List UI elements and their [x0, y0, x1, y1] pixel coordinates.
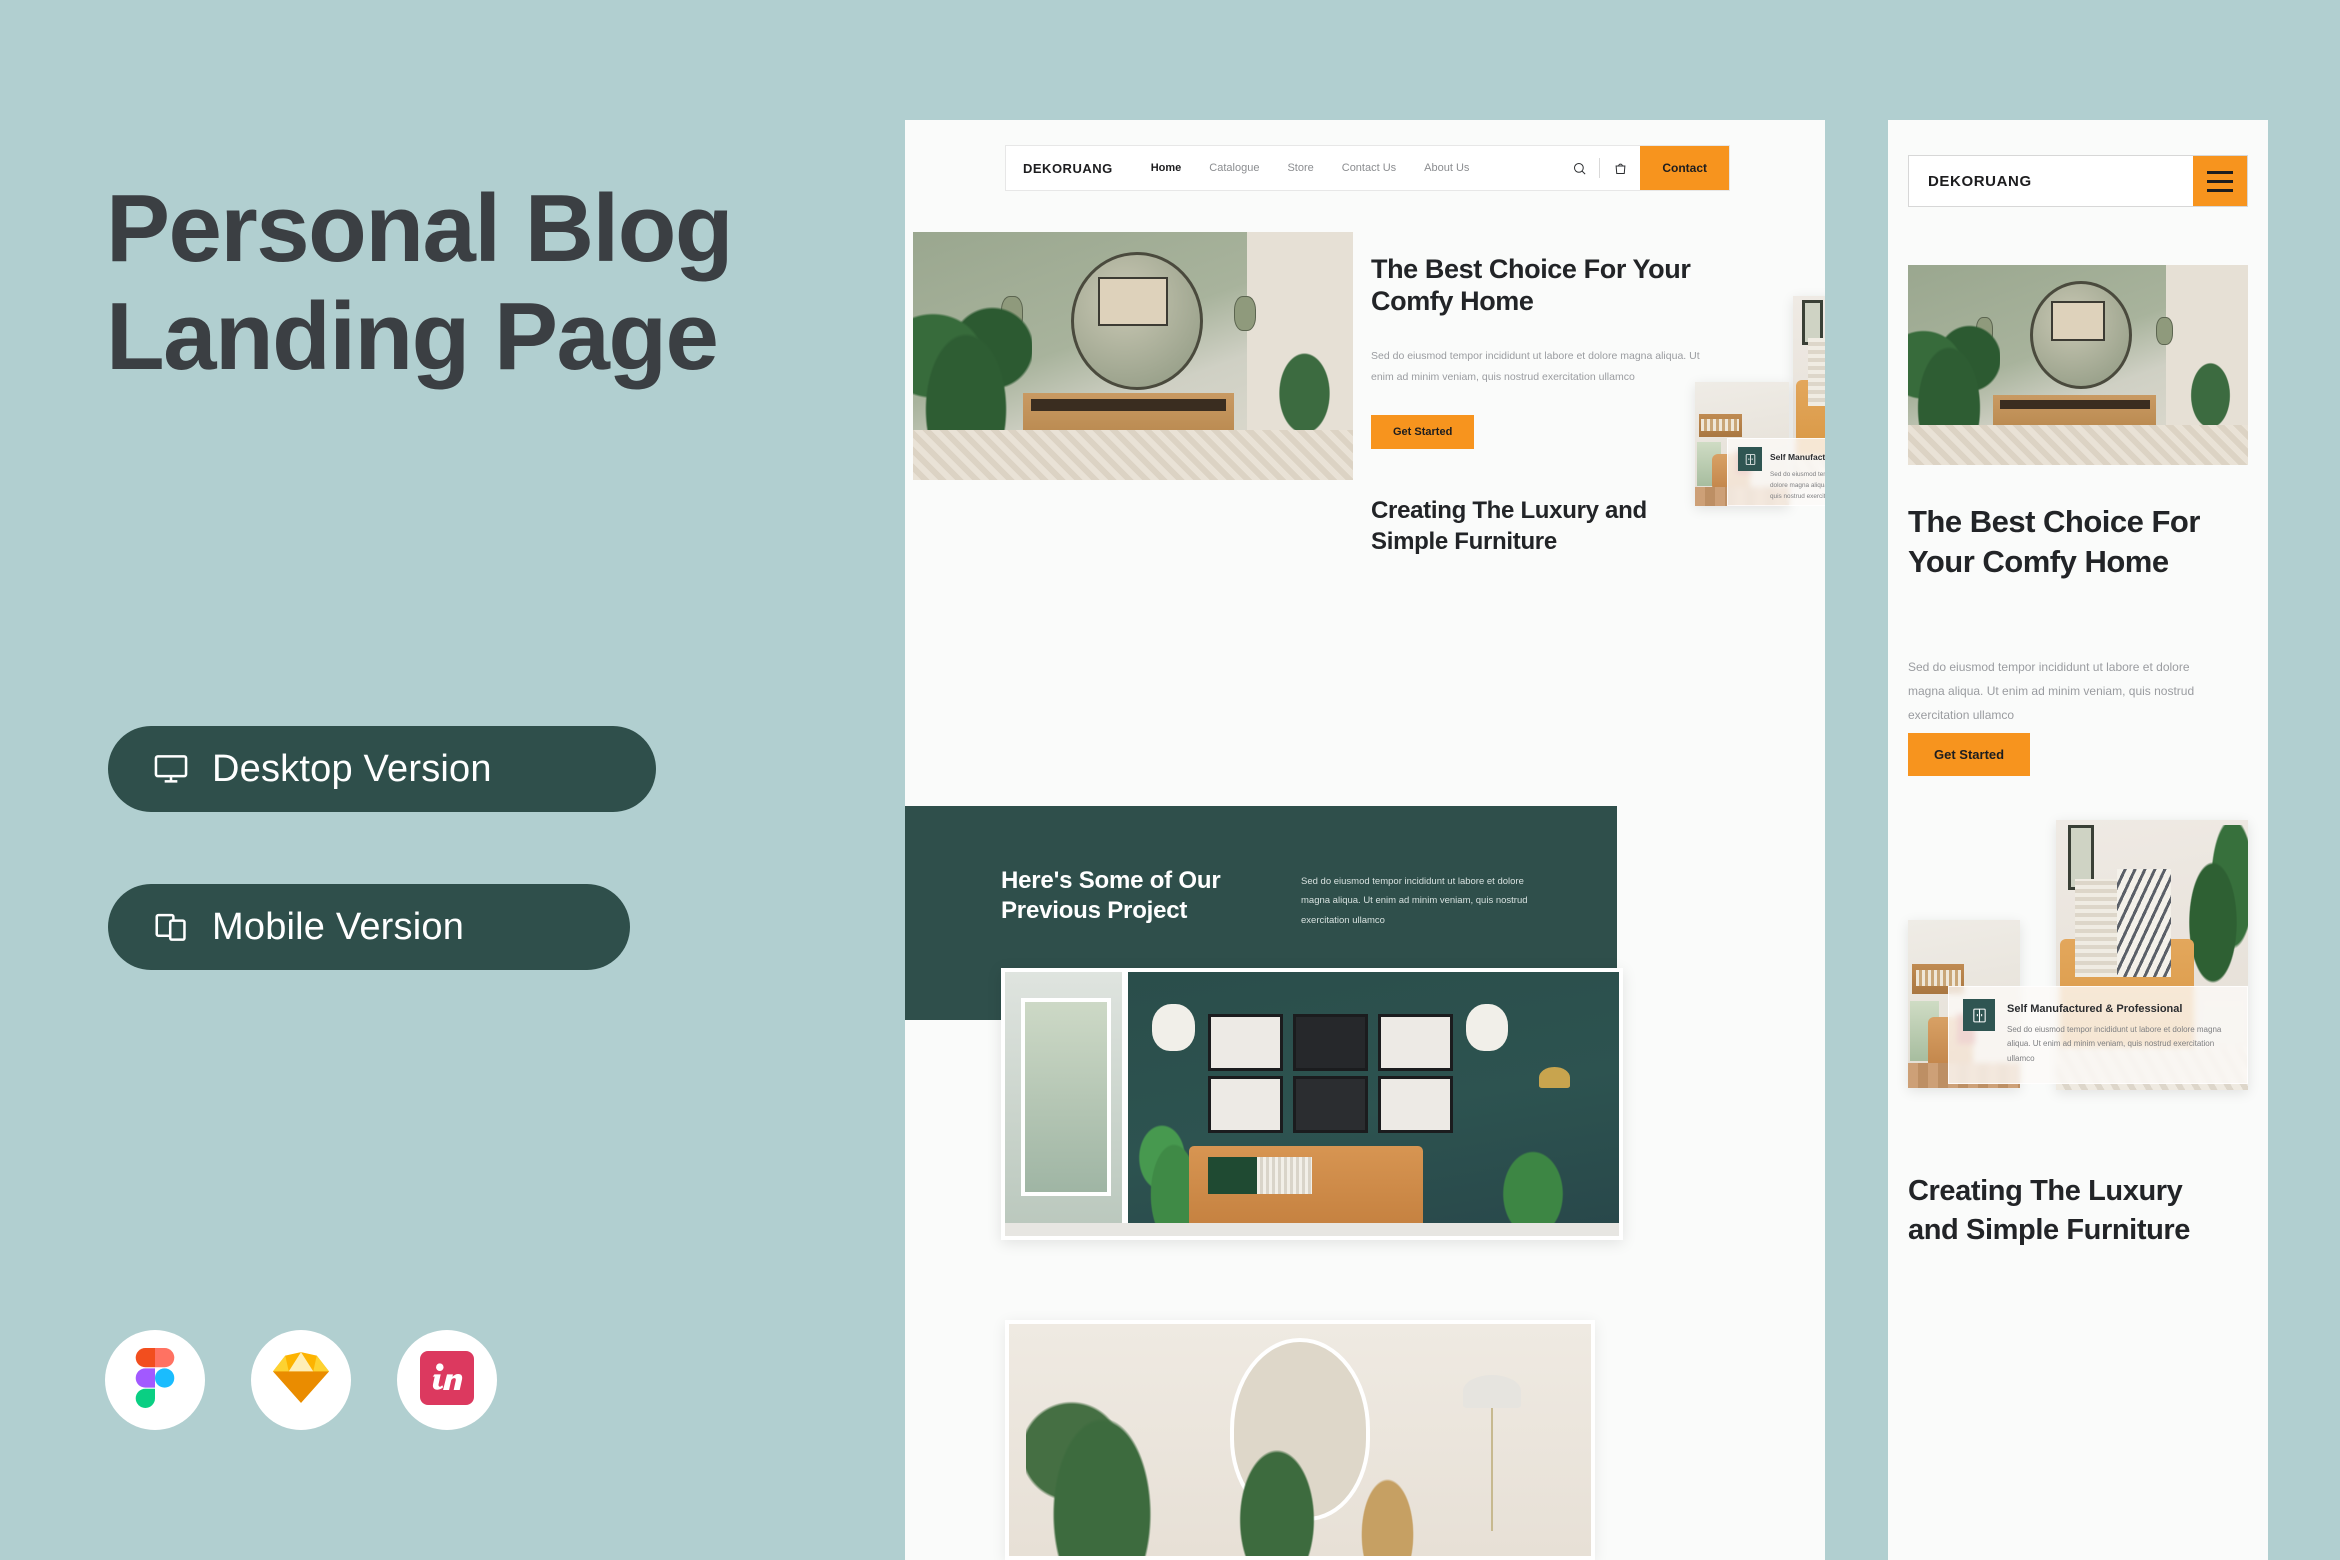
desktop-hero-paragraph: Sed do eiusmod tempor incididunt ut labo…: [1371, 349, 1700, 384]
mobile-logo: DEKORUANG: [1928, 172, 2032, 190]
desktop-logo: DEKORUANG: [1023, 160, 1113, 176]
feature-overlay-body: Sed do eiusmod tempor incididunt ut labo…: [1770, 471, 1825, 501]
presentation-canvas: Personal Blog Landing Page Desktop Versi…: [0, 0, 2340, 1560]
desktop-hero-image: [913, 232, 1353, 480]
desktop-hero-text: The Best Choice For Your Comfy Home Sed …: [1371, 254, 1701, 449]
cabinet-icon: [1738, 447, 1762, 471]
monitor-icon: [152, 750, 190, 788]
interior-living-room-photo: [913, 232, 1353, 480]
previous-project-image: [1001, 968, 1623, 1240]
devices-icon: [152, 908, 190, 946]
nav-item-catalogue[interactable]: Catalogue: [1209, 162, 1259, 174]
mobile-feature-overlay-body: Sed do eiusmod tempor incididunt ut labo…: [2007, 1025, 2222, 1063]
sketch-icon-badge[interactable]: [251, 1330, 351, 1430]
shopping-bag-icon[interactable]: [1600, 161, 1640, 176]
figma-icon: [134, 1347, 176, 1413]
hamburger-menu-icon[interactable]: [2193, 156, 2247, 206]
invision-icon: [420, 1350, 474, 1410]
feature-overlay-text: Self Manufactured & Professional Sed do …: [1770, 447, 1825, 500]
cabinet-icon: [1963, 999, 1995, 1031]
design-tool-icons: [105, 1330, 497, 1430]
page-title-line-2: Landing Page: [106, 282, 719, 390]
invision-icon-badge[interactable]: [397, 1330, 497, 1430]
desktop-get-started-button[interactable]: Get Started: [1371, 414, 1475, 449]
previous-projects-heading: Here's Some of Our Previous Project: [1001, 867, 1221, 925]
feature-overlay-title: Self Manufactured & Professional: [1770, 452, 1825, 462]
mobile-feature-overlay-card: Self Manufactured & Professional Sed do …: [1948, 986, 2248, 1084]
left-info-panel: Personal Blog Landing Page Desktop Versi…: [0, 0, 905, 1560]
mobile-mockup: DEKORUANG The Best Choice For Your Comfy…: [1888, 120, 2268, 1560]
mobile-version-button[interactable]: Mobile Version: [108, 884, 630, 970]
sketch-icon: [273, 1352, 329, 1408]
desktop-hero-heading: The Best Choice For Your Comfy Home: [1371, 254, 1691, 316]
nav-item-about-us[interactable]: About Us: [1424, 162, 1469, 174]
desktop-version-label: Desktop Version: [212, 747, 492, 790]
desktop-subheading: Creating The Luxury and Simple Furniture: [1371, 497, 1647, 555]
entryway-photo: [1009, 1324, 1591, 1556]
mobile-get-started-button[interactable]: Get Started: [1908, 733, 2031, 776]
desktop-version-button[interactable]: Desktop Version: [108, 726, 656, 812]
mobile-feature-cards: Self Manufactured & Professional Sed do …: [1908, 820, 2248, 1120]
mobile-feature-overlay-title: Self Manufactured & Professional: [2007, 1003, 2183, 1015]
nav-item-home[interactable]: Home: [1151, 162, 1182, 174]
page-title: Personal Blog Landing Page: [106, 175, 826, 390]
mobile-feature-overlay-text: Self Manufactured & Professional Sed do …: [2007, 999, 2233, 1071]
contact-button[interactable]: Contact: [1640, 146, 1729, 190]
mobile-hero-heading: The Best Choice For Your Comfy Home: [1908, 504, 2200, 579]
feature-overlay-card: Self Manufactured & Professional Sed do …: [1727, 438, 1825, 506]
desktop-nav-actions: Contact: [1559, 146, 1729, 190]
figma-icon-badge[interactable]: [105, 1330, 205, 1430]
mobile-navbar: DEKORUANG: [1908, 155, 2248, 207]
desktop-nav-links: Home Catalogue Store Contact Us About Us: [1151, 162, 1470, 174]
gallery-wall-photo: [1005, 972, 1619, 1236]
desktop-navbar: DEKORUANG Home Catalogue Store Contact U…: [1005, 145, 1730, 191]
page-title-line-1: Personal Blog: [106, 175, 733, 282]
mobile-hero-image: [1908, 265, 2248, 465]
desktop-mockup: DEKORUANG Home Catalogue Store Contact U…: [905, 120, 1825, 1560]
desktop-feature-cards: Self Manufactured & Professional Sed do …: [1695, 296, 1825, 596]
nav-item-store[interactable]: Store: [1287, 162, 1313, 174]
previous-projects-paragraph: Sed do eiusmod tempor incididunt ut labo…: [1301, 876, 1528, 926]
mobile-subheading: Creating The Luxury and Simple Furniture: [1908, 1175, 2191, 1246]
nav-item-contact-us[interactable]: Contact Us: [1342, 162, 1396, 174]
search-icon[interactable]: [1559, 161, 1599, 176]
mobile-hero-paragraph: Sed do eiusmod tempor incididunt ut labo…: [1908, 660, 2195, 722]
mobile-version-label: Mobile Version: [212, 905, 465, 948]
desktop-bottom-image: [1005, 1320, 1595, 1560]
interior-living-room-photo: [1908, 265, 2248, 465]
